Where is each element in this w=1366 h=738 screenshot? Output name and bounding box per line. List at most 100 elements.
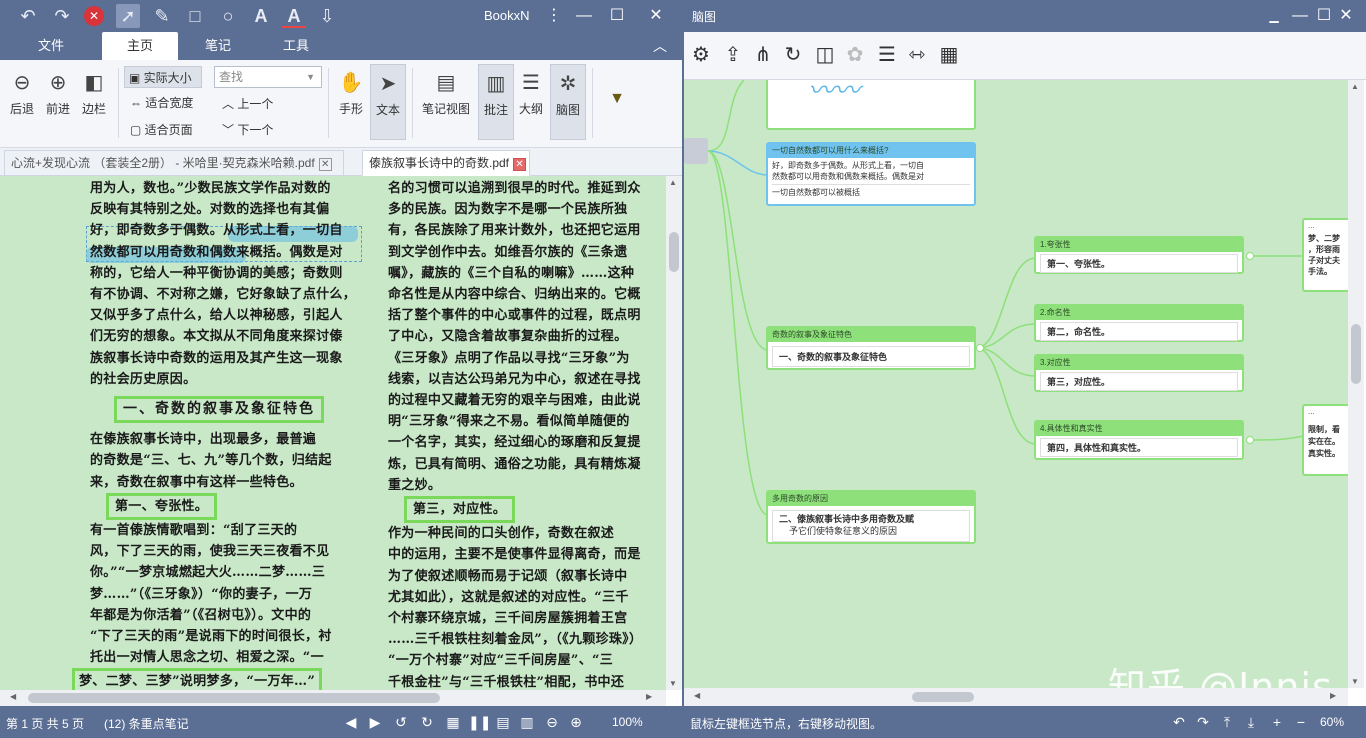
fit-page-button[interactable]: ▢ 适合页面	[126, 119, 204, 141]
mindmap-node-partial[interactable]: ... 梦、二梦 ，形容雨 子对丈夫 手法。	[1302, 218, 1348, 292]
pin-icon[interactable]: ▁	[1260, 2, 1288, 30]
move-up-icon[interactable]: ⤒	[1218, 713, 1236, 731]
zoom-level[interactable]: 100%	[612, 715, 643, 729]
scroll-up-icon[interactable]: ▲	[1351, 82, 1359, 91]
next-page-icon[interactable]: ▶	[366, 713, 384, 731]
mindmap-node[interactable]: 1.夸张性 第一、夸张性。	[1034, 236, 1244, 274]
grid-view-icon[interactable]: ▦	[444, 713, 462, 731]
pdf-page[interactable]: 用为人，数也。”少数民族文学作品对数的 反映有其特别之处。对数的选择也有其偏 好…	[0, 176, 668, 690]
annotate-button[interactable]: ▥ 批注	[478, 64, 514, 140]
highlight-box[interactable]: 梦、二梦、三梦”说明梦多，“一万年…”	[72, 668, 323, 690]
mindmap-node[interactable]: 多用奇数的原因 二、傣族叙事长诗中多用奇数及赋 予它们使特象征意义的原因	[766, 490, 976, 544]
forward-button[interactable]: ⊕ 前进	[42, 70, 74, 117]
scroll-right-icon[interactable]: ▶	[646, 692, 652, 701]
scroll-right-icon[interactable]: ▶	[1330, 691, 1336, 700]
mindmap-node-partial[interactable]: ... 限制，看 实在在。 真实性。	[1302, 404, 1348, 476]
align-icon[interactable]: ☰	[874, 42, 900, 68]
single-page-icon[interactable]: ▤	[494, 713, 512, 731]
delete-icon[interactable]: ✕	[84, 6, 104, 26]
text-color-icon[interactable]: A	[282, 4, 306, 28]
doc-tab-active[interactable]: 傣族叙事长诗中的奇数.pdf ✕	[362, 150, 530, 176]
outline-button[interactable]: ☰ 大纲	[514, 70, 548, 117]
split-view-icon[interactable]: ◫	[812, 42, 838, 68]
scroll-thumb[interactable]	[912, 692, 974, 702]
vertical-scrollbar[interactable]: ▲ ▼	[666, 176, 682, 690]
tab-tools[interactable]: 工具	[266, 32, 326, 60]
refresh-icon[interactable]: ↻	[780, 42, 806, 68]
tab-file[interactable]: 文件	[22, 32, 80, 60]
undo-icon[interactable]: ↶	[1170, 713, 1188, 731]
redo-icon[interactable]: ↷	[50, 4, 74, 28]
text-tool-icon[interactable]: A	[249, 4, 273, 28]
notes-count[interactable]: (12) 条重点笔记	[104, 715, 189, 732]
zoom-in-icon[interactable]: ⊕	[567, 713, 585, 731]
close-button[interactable]: ✕	[1332, 2, 1360, 30]
mindmap-node[interactable]: 奇数的叙事及象征特色 一、奇数的叙事及象征特色	[766, 326, 976, 370]
search-input[interactable]: 查找 ▼	[214, 66, 322, 88]
grid-icon[interactable]: ▦	[936, 42, 962, 68]
scroll-up-icon[interactable]: ▲	[669, 178, 677, 187]
zoom-out-icon[interactable]: ⊖	[543, 713, 561, 731]
heading-box[interactable]: 一、奇数的叙事及象征特色	[114, 396, 324, 424]
close-button[interactable]: ✕	[642, 2, 670, 30]
undo-icon[interactable]: ↶	[16, 4, 40, 28]
subheading-box[interactable]: 第一、夸张性。	[106, 492, 218, 521]
more-menu-icon[interactable]: ⋮	[540, 2, 568, 30]
style-icon[interactable]: ✿	[842, 42, 868, 68]
scroll-down-icon[interactable]: ▼	[669, 679, 677, 688]
tab-home[interactable]: 主页	[102, 32, 178, 60]
sidebar-button[interactable]: ◧ 边栏	[78, 70, 110, 117]
prev-result-button[interactable]: ︿ 上一个	[218, 93, 298, 115]
actual-size-button[interactable]: ▣ 实际大小	[124, 66, 202, 88]
back-button[interactable]: ⊖ 后退	[6, 70, 38, 117]
dropdown-arrow-icon[interactable]: ▼	[306, 67, 315, 87]
close-tab-icon[interactable]: ✕	[513, 158, 527, 171]
close-tab-icon[interactable]: ✕	[318, 158, 332, 171]
rectangle-icon[interactable]: □	[183, 4, 207, 28]
rotate-left-icon[interactable]: ↺	[392, 713, 410, 731]
horizontal-scrollbar[interactable]: ◀ ▶	[0, 690, 666, 706]
continuous-icon[interactable]: ▥	[518, 713, 536, 731]
layout-tree-icon[interactable]: ⋔	[750, 42, 776, 68]
collapse-ribbon-icon[interactable]: ︿	[648, 32, 672, 60]
two-page-icon[interactable]: ❚❚	[468, 713, 491, 731]
fit-icon[interactable]: ⇿	[904, 42, 930, 68]
scroll-down-icon[interactable]: ▼	[1351, 677, 1359, 686]
expand-ribbon-icon[interactable]: ▼	[600, 90, 634, 108]
mindmap-button[interactable]: ✲ 脑图	[550, 64, 586, 140]
zoom-level[interactable]: 60%	[1320, 715, 1344, 729]
ellipse-icon[interactable]: ○	[216, 4, 240, 28]
select-arrow-icon[interactable]: ➚	[116, 4, 140, 28]
fit-width-button[interactable]: ⇔ 适合宽度	[126, 92, 204, 114]
scroll-left-icon[interactable]: ◀	[694, 691, 700, 700]
vertical-scrollbar[interactable]: ▲ ▼	[1348, 80, 1364, 688]
scroll-left-icon[interactable]: ◀	[10, 692, 16, 701]
scroll-thumb[interactable]	[669, 232, 679, 272]
insert-note-icon[interactable]: ⇩	[315, 4, 339, 28]
minimize-button[interactable]: —	[570, 2, 598, 30]
text-select-button[interactable]: ➤ 文本	[370, 64, 406, 140]
move-down-icon[interactable]: ⤓	[1242, 713, 1260, 731]
mindmap-node[interactable]: 2.命名性 第二，命名性。	[1034, 304, 1244, 342]
mindmap-node[interactable]: 一切自然数都可以用什么来概括? 好，即奇数多于偶数。从形式上看，一切自 然数都可…	[766, 142, 976, 206]
tab-notes[interactable]: 笔记	[188, 32, 248, 60]
note-view-button[interactable]: ▤ 笔记视图	[418, 70, 474, 117]
export-icon[interactable]: ⇪	[720, 42, 746, 68]
redo-icon[interactable]: ↷	[1194, 713, 1212, 731]
zoom-out-icon[interactable]: −	[1292, 713, 1310, 731]
hand-tool-button[interactable]: ✋ 手形	[334, 70, 368, 117]
rotate-right-icon[interactable]: ↻	[418, 713, 436, 731]
maximize-button[interactable]: ☐	[603, 2, 631, 30]
pen-icon[interactable]: ✎	[150, 4, 174, 28]
doc-tab[interactable]: 心流+发现心流 （套装全2册） - 米哈里·契克森米哈赖.pdf ✕	[4, 150, 344, 176]
mindmap-node[interactable]: 4.具体性和真实性 第四，具体性和真实性。	[1034, 420, 1244, 460]
scroll-thumb[interactable]	[28, 693, 440, 703]
horizontal-scrollbar[interactable]: ◀ ▶	[684, 688, 1348, 706]
zoom-in-icon[interactable]: +	[1268, 713, 1286, 731]
settings-gear-icon[interactable]: ⚙	[688, 42, 714, 68]
subheading-box[interactable]: 第三，对应性。	[404, 496, 516, 524]
image-node[interactable]: 〰〰	[766, 80, 976, 130]
scroll-thumb[interactable]	[1351, 324, 1361, 384]
mindmap-canvas[interactable]: 〰〰 一切自然数都可以用什么来概括? 好，即奇数多于偶数。从形式上看，一切自 然…	[684, 80, 1348, 688]
mindmap-node[interactable]: 3.对应性 第三，对应性。	[1034, 354, 1244, 392]
